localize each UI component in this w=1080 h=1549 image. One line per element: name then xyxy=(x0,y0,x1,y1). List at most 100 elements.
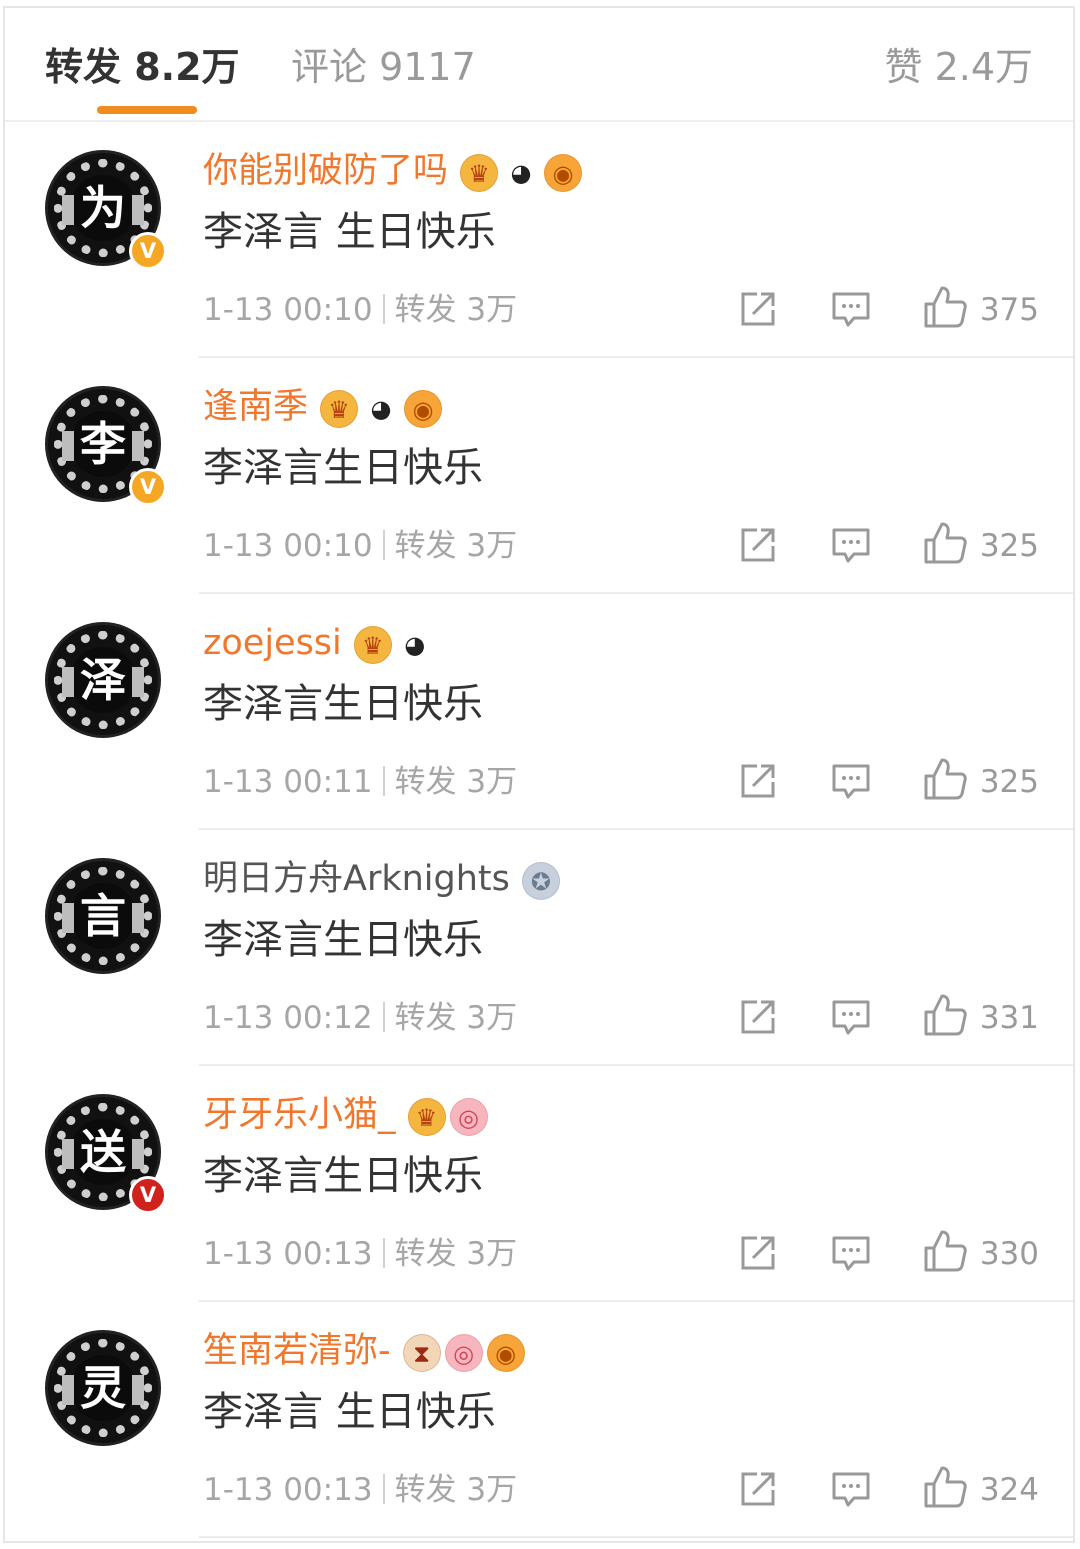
comment-item: 李 V 逢南季 ♛ ◕ ◉ 李泽言生日快乐 1-13 00:10 转发 3万 325 xyxy=(5,358,1073,594)
repost-count[interactable]: 转发 3万 xyxy=(395,764,518,800)
avatar-character: 言 xyxy=(80,889,126,943)
avatar-character: 泽 xyxy=(80,653,126,707)
comment-text: 李泽言生日快乐 xyxy=(203,681,483,727)
comment-text: 李泽言生日快乐 xyxy=(203,1153,483,1199)
crown-icon: ♛ xyxy=(460,154,499,192)
user-badges: ♛ ◕ xyxy=(350,619,434,669)
avatar-character: 为 xyxy=(80,181,126,235)
timestamp: 1-13 00:10 xyxy=(203,528,373,564)
comment-panel: 转发 8.2万 评论 9117 赞 2.4万 为 V 你能别破防了吗 ♛ ◕ ◉ 李泽… xyxy=(3,6,1075,1543)
username[interactable]: zoejessi ♛ ◕ xyxy=(203,618,434,669)
timestamp: 1-13 00:12 xyxy=(203,1000,373,1036)
comment-icon[interactable] xyxy=(830,1232,872,1274)
comment-meta: 1-13 00:11 转发 3万 xyxy=(203,760,517,804)
timestamp: 1-13 00:11 xyxy=(203,764,373,800)
comment-item: 灵 笙南若清弥- ⧗ ◎ ◉ 李泽言 生日快乐 1-13 00:13 转发 3万 324 xyxy=(5,1302,1073,1538)
share-icon[interactable] xyxy=(737,524,779,566)
username[interactable]: 笙南若清弥- ⧗ ◎ ◉ xyxy=(203,1326,525,1377)
like-count: 375 xyxy=(979,292,1039,328)
comment-meta: 1-13 00:13 转发 3万 xyxy=(203,1468,517,1512)
timestamp: 1-13 00:10 xyxy=(203,292,373,328)
tab-like[interactable]: 赞 2.4万 xyxy=(884,42,1033,92)
piggy-icon: ◎ xyxy=(444,1334,483,1372)
crown-icon: ♛ xyxy=(320,390,359,428)
username-text[interactable]: 明日方舟Arknights xyxy=(203,859,510,899)
comment-icon[interactable] xyxy=(830,760,872,802)
avatar-character: 李 xyxy=(80,417,126,471)
username[interactable]: 逢南季 ♛ ◕ ◉ xyxy=(203,382,443,433)
panda-icon: ◕ xyxy=(395,626,434,664)
comment-icon[interactable] xyxy=(830,288,872,330)
share-icon[interactable] xyxy=(737,760,779,802)
like-count: 330 xyxy=(979,1236,1039,1272)
comment-icon[interactable] xyxy=(830,996,872,1038)
comment-text: 李泽言生日快乐 xyxy=(203,445,483,491)
meta-divider xyxy=(382,530,385,560)
user-badges: ♛ ◕ ◉ xyxy=(456,147,583,197)
meta-divider xyxy=(382,1002,385,1032)
like-icon[interactable] xyxy=(922,284,968,330)
share-icon[interactable] xyxy=(737,996,779,1038)
avatar-character: 灵 xyxy=(80,1361,126,1415)
repost-count[interactable]: 转发 3万 xyxy=(395,528,518,564)
comment-item: 为 V 你能别破防了吗 ♛ ◕ ◉ 李泽言 生日快乐 1-13 00:10 转发 3万 … xyxy=(5,122,1073,358)
comment-text: 李泽言 生日快乐 xyxy=(203,1389,496,1435)
avatar[interactable]: 言 xyxy=(45,858,161,974)
repost-count[interactable]: 转发 3万 xyxy=(395,1472,518,1508)
comment-meta: 1-13 00:13 转发 3万 xyxy=(203,1232,517,1276)
meta-divider xyxy=(382,766,385,796)
tab-bar: 转发 8.2万 评论 9117 赞 2.4万 xyxy=(5,8,1073,122)
avatar-character: 送 xyxy=(80,1125,126,1179)
pufferfish-icon: ◉ xyxy=(486,1334,525,1372)
like-icon[interactable] xyxy=(922,992,968,1038)
username-text[interactable]: 笙南若清弥- xyxy=(203,1331,391,1371)
username-text[interactable]: zoejessi xyxy=(203,623,342,663)
comment-divider xyxy=(199,1536,1073,1538)
timestamp: 1-13 00:13 xyxy=(203,1472,373,1508)
user-badges: ✪ xyxy=(518,855,560,905)
repost-count[interactable]: 转发 3万 xyxy=(395,1236,518,1272)
comment-icon[interactable] xyxy=(830,1468,872,1510)
like-icon[interactable] xyxy=(922,756,968,802)
crown-icon: ♛ xyxy=(407,1098,446,1136)
username[interactable]: 明日方舟Arknights ✪ xyxy=(203,854,560,905)
crown-icon: ♛ xyxy=(353,626,392,664)
panda-icon: ◕ xyxy=(362,390,401,428)
panda-icon: ◕ xyxy=(502,154,541,192)
like-count: 325 xyxy=(979,764,1039,800)
username-text[interactable]: 你能别破防了吗 xyxy=(203,151,448,191)
meta-divider xyxy=(382,294,385,324)
pufferfish-icon: ◉ xyxy=(404,390,443,428)
like-count: 331 xyxy=(979,1000,1039,1036)
avatar[interactable]: 泽 xyxy=(45,622,161,738)
tab-repost[interactable]: 转发 8.2万 xyxy=(45,42,240,92)
user-badges: ⧗ ◎ ◉ xyxy=(399,1327,525,1377)
like-count: 325 xyxy=(979,528,1039,564)
like-icon[interactable] xyxy=(922,1228,968,1274)
tab-comment[interactable]: 评论 9117 xyxy=(291,42,476,92)
repost-count[interactable]: 转发 3万 xyxy=(395,1000,518,1036)
username[interactable]: 你能别破防了吗 ♛ ◕ ◉ xyxy=(203,146,583,197)
piggy-icon: ◎ xyxy=(449,1098,488,1136)
share-icon[interactable] xyxy=(737,1232,779,1274)
comment-item: 言 明日方舟Arknights ✪ 李泽言生日快乐 1-13 00:12 转发 3万… xyxy=(5,830,1073,1066)
comment-item: 送 V 牙牙乐小猫_ ♛ ◎ 李泽言生日快乐 1-13 00:13 转发 3万 330 xyxy=(5,1066,1073,1302)
repost-count[interactable]: 转发 3万 xyxy=(395,292,518,328)
active-tab-indicator xyxy=(97,106,197,114)
share-icon[interactable] xyxy=(737,288,779,330)
user-badges: ♛ ◕ ◉ xyxy=(316,383,443,433)
share-icon[interactable] xyxy=(737,1468,779,1510)
timestamp: 1-13 00:13 xyxy=(203,1236,373,1272)
comment-text: 李泽言 生日快乐 xyxy=(203,209,496,255)
username-text[interactable]: 牙牙乐小猫_ xyxy=(203,1095,396,1135)
like-icon[interactable] xyxy=(922,1464,968,1510)
username-text[interactable]: 逢南季 xyxy=(203,387,308,427)
comment-meta: 1-13 00:10 转发 3万 xyxy=(203,288,517,332)
avatar[interactable]: 灵 xyxy=(45,1330,161,1446)
like-icon[interactable] xyxy=(922,520,968,566)
comment-meta: 1-13 00:10 转发 3万 xyxy=(203,524,517,568)
hourglass-icon: ⧗ xyxy=(402,1334,441,1372)
verified-badge: V xyxy=(129,1176,167,1214)
comment-icon[interactable] xyxy=(830,524,872,566)
username[interactable]: 牙牙乐小猫_ ♛ ◎ xyxy=(203,1090,488,1141)
